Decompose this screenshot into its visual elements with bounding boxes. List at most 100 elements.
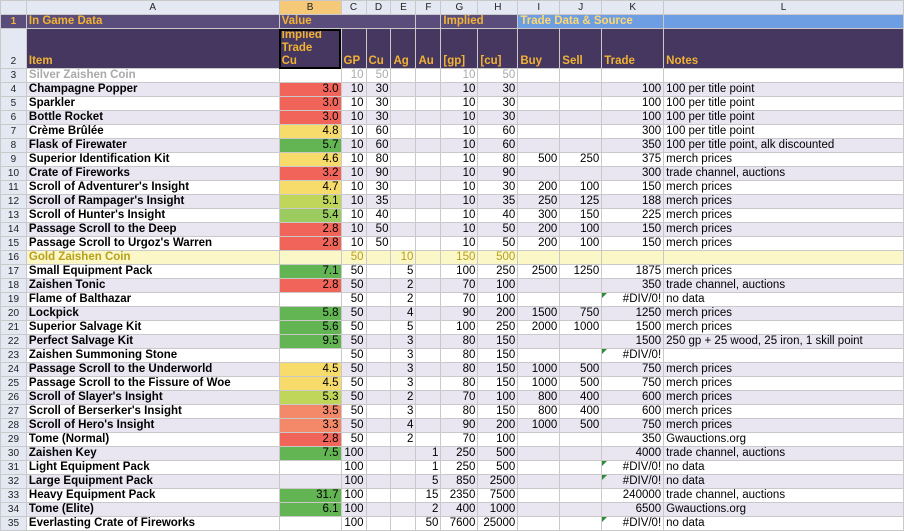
trade-cell[interactable]: 750 bbox=[601, 376, 665, 391]
gp-bracket-cell[interactable]: 90 bbox=[440, 418, 479, 433]
au-cell[interactable] bbox=[415, 278, 442, 293]
gp-bracket-cell[interactable]: 10 bbox=[440, 166, 479, 181]
buy-cell[interactable] bbox=[517, 278, 561, 293]
implied-trade-cu-cell[interactable]: 4.5 bbox=[278, 376, 342, 391]
au-cell[interactable] bbox=[415, 138, 442, 153]
cu-bracket-cell[interactable]: 500 bbox=[477, 250, 519, 265]
ag-cell[interactable] bbox=[390, 208, 417, 223]
trade-cell[interactable]: 150 bbox=[601, 222, 665, 237]
gp-bracket-cell[interactable]: 70 bbox=[440, 432, 479, 447]
cu-cell[interactable] bbox=[365, 348, 392, 363]
gp-cell[interactable]: 50 bbox=[340, 376, 367, 391]
cu-bracket-cell[interactable]: 30 bbox=[477, 82, 519, 97]
implied-trade-cu-cell[interactable]: 4.8 bbox=[278, 124, 342, 139]
row-header[interactable]: 23 bbox=[0, 348, 27, 363]
item-cell[interactable]: Lockpick bbox=[25, 306, 280, 321]
ag-cell[interactable]: 3 bbox=[390, 404, 417, 419]
header-gp-bracket[interactable]: [gp] bbox=[440, 28, 479, 69]
cu-cell[interactable] bbox=[365, 320, 392, 335]
gp-cell[interactable]: 10 bbox=[340, 180, 367, 195]
row-header[interactable]: 28 bbox=[0, 418, 27, 433]
gp-bracket-cell[interactable]: 10 bbox=[440, 152, 479, 167]
item-cell[interactable]: Scroll of Rampager's Insight bbox=[25, 194, 280, 209]
trade-cell[interactable]: 1875 bbox=[601, 264, 665, 279]
trade-cell[interactable]: 1500 bbox=[601, 320, 665, 335]
cu-cell[interactable] bbox=[365, 390, 392, 405]
notes-cell[interactable]: trade channel, auctions bbox=[663, 488, 904, 503]
buy-cell[interactable]: 2500 bbox=[517, 264, 561, 279]
gp-bracket-cell[interactable]: 10 bbox=[440, 124, 479, 139]
buy-cell[interactable]: 1000 bbox=[517, 376, 561, 391]
ag-cell[interactable] bbox=[390, 502, 417, 517]
implied-trade-cu-cell[interactable] bbox=[278, 474, 342, 489]
gp-bracket-cell[interactable]: 850 bbox=[440, 474, 479, 489]
ag-cell[interactable]: 3 bbox=[390, 348, 417, 363]
row-header[interactable]: 30 bbox=[0, 446, 27, 461]
item-cell[interactable]: Superior Salvage Kit bbox=[25, 320, 280, 335]
sell-cell[interactable] bbox=[559, 124, 603, 139]
cu-bracket-cell[interactable]: 150 bbox=[477, 348, 519, 363]
trade-cell[interactable]: 225 bbox=[601, 208, 665, 223]
trade-cell[interactable]: 300 bbox=[601, 166, 665, 181]
sell-cell[interactable]: 1000 bbox=[559, 320, 603, 335]
item-cell[interactable]: Sparkler bbox=[25, 96, 280, 111]
header-value[interactable]: Value bbox=[278, 14, 417, 29]
column-header-h[interactable]: H bbox=[477, 0, 519, 15]
trade-cell[interactable]: 240000 bbox=[601, 488, 665, 503]
column-header-k[interactable]: K bbox=[601, 0, 665, 15]
column-header-l[interactable]: L bbox=[663, 0, 904, 15]
trade-cell[interactable]: 1250 bbox=[601, 306, 665, 321]
cu-bracket-cell[interactable]: 150 bbox=[477, 404, 519, 419]
cu-cell[interactable] bbox=[365, 376, 392, 391]
gp-cell[interactable]: 100 bbox=[340, 446, 367, 461]
implied-trade-cu-cell[interactable]: 2.8 bbox=[278, 432, 342, 447]
header-in-game-data[interactable]: In Game Data bbox=[25, 14, 280, 29]
header-notes[interactable]: Notes bbox=[663, 28, 904, 69]
trade-cell[interactable]: 350 bbox=[601, 432, 665, 447]
sell-cell[interactable] bbox=[559, 460, 603, 475]
gp-cell[interactable]: 100 bbox=[340, 488, 367, 503]
buy-cell[interactable]: 500 bbox=[517, 152, 561, 167]
cu-cell[interactable] bbox=[365, 432, 392, 447]
trade-cell[interactable]: 750 bbox=[601, 362, 665, 377]
implied-trade-cu-cell[interactable]: 31.7 bbox=[278, 488, 342, 503]
column-header-b[interactable]: B bbox=[278, 0, 342, 15]
implied-trade-cu-cell[interactable]: 3.3 bbox=[278, 418, 342, 433]
header-item[interactable]: Item bbox=[25, 28, 280, 69]
implied-trade-cu-cell[interactable]: 3.0 bbox=[278, 82, 342, 97]
cu-bracket-cell[interactable]: 100 bbox=[477, 432, 519, 447]
cu-cell[interactable]: 30 bbox=[365, 82, 392, 97]
row-header[interactable]: 18 bbox=[0, 278, 27, 293]
ag-cell[interactable] bbox=[390, 446, 417, 461]
gp-cell[interactable]: 10 bbox=[340, 124, 367, 139]
cu-cell[interactable] bbox=[365, 418, 392, 433]
select-all-corner[interactable] bbox=[0, 0, 27, 15]
au-cell[interactable]: 50 bbox=[415, 516, 442, 531]
sell-cell[interactable] bbox=[559, 250, 603, 265]
notes-cell[interactable]: merch prices bbox=[663, 404, 904, 419]
buy-cell[interactable] bbox=[517, 474, 561, 489]
buy-cell[interactable]: 1000 bbox=[517, 362, 561, 377]
cu-cell[interactable] bbox=[365, 306, 392, 321]
au-cell[interactable]: 2 bbox=[415, 502, 442, 517]
sell-cell[interactable]: 100 bbox=[559, 180, 603, 195]
buy-cell[interactable] bbox=[517, 348, 561, 363]
implied-trade-cu-cell[interactable]: 4.7 bbox=[278, 180, 342, 195]
buy-cell[interactable]: 200 bbox=[517, 180, 561, 195]
row-header[interactable]: 11 bbox=[0, 180, 27, 195]
column-header-d[interactable]: D bbox=[365, 0, 392, 15]
row-header[interactable]: 8 bbox=[0, 138, 27, 153]
item-cell[interactable]: Scroll of Slayer's Insight bbox=[25, 390, 280, 405]
ag-cell[interactable] bbox=[390, 474, 417, 489]
row-header[interactable]: 25 bbox=[0, 376, 27, 391]
notes-cell[interactable]: no data bbox=[663, 292, 904, 307]
row-header[interactable]: 26 bbox=[0, 390, 27, 405]
gp-cell[interactable]: 100 bbox=[340, 474, 367, 489]
column-header-f[interactable]: F bbox=[415, 0, 442, 15]
cu-cell[interactable] bbox=[365, 460, 392, 475]
buy-cell[interactable] bbox=[517, 250, 561, 265]
au-cell[interactable] bbox=[415, 390, 442, 405]
trade-cell[interactable] bbox=[601, 250, 665, 265]
cu-cell[interactable] bbox=[365, 474, 392, 489]
item-cell[interactable]: Passage Scroll to the Underworld bbox=[25, 362, 280, 377]
